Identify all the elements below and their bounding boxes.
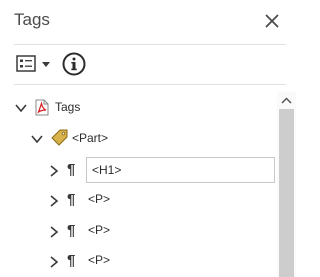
panel-header: Tags: [0, 0, 296, 44]
paragraph-icon: ¶: [67, 161, 76, 178]
tag-rename-input[interactable]: <H1>: [86, 157, 275, 183]
tag-icon: [51, 129, 68, 146]
tree-node-label: <P>: [88, 223, 111, 237]
chevron-down-icon: [42, 62, 50, 67]
chevron-right-icon[interactable]: [47, 194, 61, 208]
chevron-right-icon[interactable]: [47, 164, 61, 178]
options-menu-button[interactable]: [14, 52, 56, 76]
tree-node-label: <Part>: [72, 131, 109, 145]
tree-node-label: <P>: [88, 253, 111, 267]
tree-node-root[interactable]: Tags: [0, 92, 278, 122]
vertical-scrollbar[interactable]: [277, 92, 296, 277]
tree-node-part[interactable]: <Part>: [0, 123, 278, 153]
scrollbar-thumb[interactable]: [279, 109, 294, 277]
close-icon[interactable]: [259, 8, 285, 34]
pdf-file-icon: [35, 99, 49, 116]
panel-title: Tags: [14, 10, 50, 29]
tree-node-p[interactable]: ¶ <P>: [0, 216, 278, 246]
options-menu-icon: [16, 55, 50, 72]
chevron-down-icon[interactable]: [14, 101, 28, 115]
scroll-up-icon[interactable]: [277, 94, 296, 108]
toolbar: [0, 45, 296, 83]
chevron-right-icon[interactable]: [47, 255, 61, 269]
tree-node-p[interactable]: ¶ <P>: [0, 185, 278, 215]
paragraph-icon: ¶: [67, 191, 76, 208]
paragraph-icon: ¶: [67, 252, 76, 269]
chevron-down-icon[interactable]: [30, 132, 44, 146]
chevron-right-icon[interactable]: [47, 225, 61, 239]
tree-node-label: <P>: [88, 192, 111, 206]
tree-node-label: Tags: [55, 100, 81, 114]
tree-node-p[interactable]: ¶ <P>: [0, 246, 278, 276]
info-icon[interactable]: [61, 51, 87, 77]
paragraph-icon: ¶: [67, 222, 76, 239]
toolbar-divider: [14, 84, 286, 85]
